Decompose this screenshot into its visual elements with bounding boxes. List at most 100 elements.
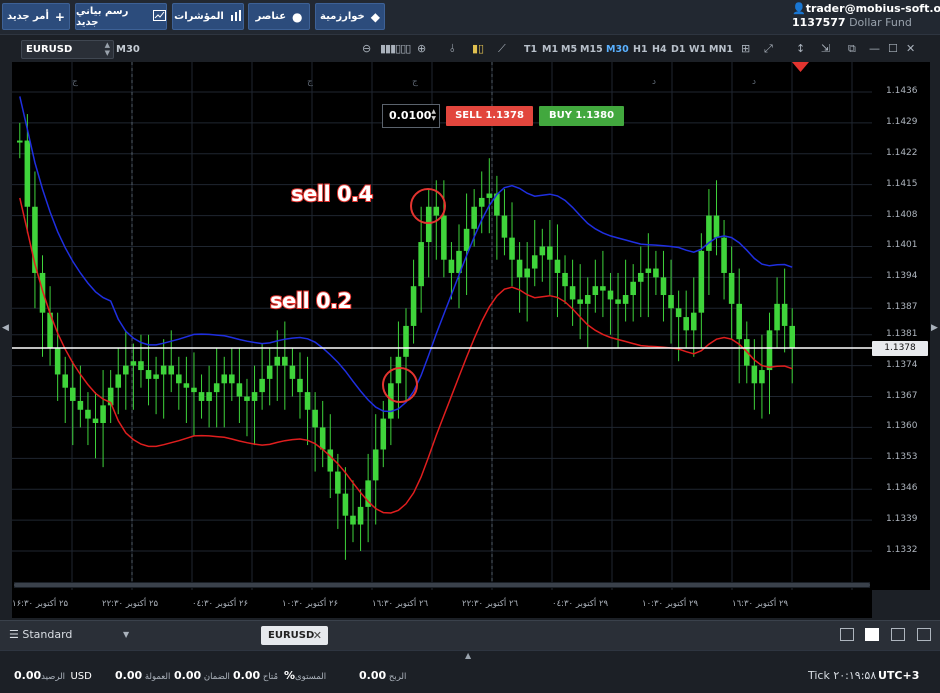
scroll-right-icon[interactable]: ▶ (931, 323, 938, 333)
commission-stat: 0.00 العمولة (115, 669, 171, 682)
candle-body (168, 365, 175, 375)
close-icon[interactable]: ✕ (906, 42, 915, 55)
price-tick-label: 1.1360 (886, 421, 918, 432)
close-tab-icon[interactable]: ✕ (313, 626, 322, 645)
tab-eurusd[interactable]: EURUSD ✕ (261, 626, 328, 645)
new-chart-button[interactable]: رسم بياني جديد (75, 3, 167, 30)
candle-body (153, 374, 159, 379)
zoom-in-icon[interactable]: ⊕ (417, 42, 426, 55)
line-chart-icon[interactable]: ⟋ (498, 42, 506, 56)
session-marker: ج (307, 77, 313, 87)
tf-M5[interactable]: M5 (561, 44, 577, 55)
popout-icon[interactable]: ⧉ (848, 42, 856, 56)
candle-body (509, 237, 515, 260)
candlestick-chart: جججدد (12, 62, 872, 590)
zoom-out-icon[interactable]: ⊖ (362, 42, 371, 55)
candle-body (350, 515, 356, 525)
account-fund: Dollar Fund (849, 16, 912, 29)
layout-grid-icon[interactable] (865, 628, 879, 641)
candle-body (100, 405, 106, 424)
tf-M15[interactable]: M15 (580, 44, 603, 55)
algorithms-button[interactable]: خوارزمية ◆ (315, 3, 385, 30)
candle-body (562, 272, 568, 287)
candle-body (183, 383, 190, 388)
chart-panel: EURUSD ▲ ▼ M30 ⊖ ▮▮▮▯▯▯ ⊕ ⫰ ▮▯ ⟋ T1 M1 M5… (0, 35, 940, 620)
candle-body (24, 140, 31, 207)
candle-body (77, 400, 84, 410)
timezone-select[interactable]: UTC+3 (878, 669, 919, 682)
candle-body (766, 330, 773, 371)
profit-stat: 0.00 الربح (359, 669, 407, 682)
time-tick-label: ۲۹ أكتوبر ۰٤:۳۰ (552, 599, 609, 609)
level-stat: %المستوى (284, 669, 327, 682)
price-tick-label: 1.1401 (886, 240, 918, 251)
candle-body (410, 286, 417, 326)
time-axis[interactable]: ۲۵ أكتوبر ۱۶:۳۰ ۲۵ أكتوبر ۲۲:۳۰ ۲۶ أكتوبر … (12, 590, 872, 618)
candle-body (380, 418, 387, 450)
candle-body (206, 392, 212, 401)
tf-D1[interactable]: D1 (671, 44, 686, 55)
buy-button[interactable]: BUY 1.1380 (539, 106, 624, 126)
tf-T1[interactable]: T1 (524, 44, 537, 55)
spinner-icon[interactable]: ▲ ▼ (431, 108, 436, 122)
candle-body (198, 392, 205, 401)
annotation-sell-02: sell 0.2 (269, 288, 353, 314)
layout-select[interactable]: ☰ Standard ▼ (9, 628, 129, 641)
lot-size-input[interactable]: 0.0100 ▲ ▼ (382, 104, 440, 128)
tf-H1[interactable]: H1 (633, 44, 648, 55)
candle-chart-icon[interactable]: ▮▯ (472, 42, 484, 55)
tf-M30[interactable]: M30 (606, 44, 629, 55)
session-marker: د (652, 77, 656, 87)
expand-icon[interactable]: ⤢ (764, 42, 773, 56)
account-info[interactable]: 👤trader@mobius-soft.org 1137577 Dollar F… (792, 2, 940, 32)
crosshair-icon[interactable]: ⊞ (741, 42, 750, 55)
scroll-marker-icon (792, 62, 809, 72)
candle-body (115, 374, 122, 388)
time-tick-label: ۲٦ أكتوبر ۲۲:۳۰ (462, 599, 519, 609)
bar-chart-icon[interactable]: ⫰ (450, 42, 455, 56)
tf-H4[interactable]: H4 (652, 44, 667, 55)
elements-button[interactable]: عناصر ● (248, 3, 310, 30)
candle-body (62, 374, 69, 388)
maximize-icon[interactable]: ☐ (888, 42, 898, 55)
candle-body (372, 449, 379, 481)
session-marker: د (752, 77, 756, 87)
candle-body (229, 374, 235, 384)
candle-body (645, 268, 652, 273)
layout-rows-icon[interactable] (917, 628, 931, 641)
chart-plot-area[interactable]: جججدد (12, 62, 872, 590)
tf-M1[interactable]: M1 (542, 44, 558, 55)
candle-body (130, 361, 137, 366)
candle-body (433, 206, 440, 216)
candle-body (342, 493, 349, 516)
tf-MN1[interactable]: MN1 (709, 44, 733, 55)
layout-single-icon[interactable] (840, 628, 854, 641)
candle-body (289, 365, 296, 379)
candle-body (123, 365, 129, 375)
scroll-left-icon[interactable]: ◀ (2, 323, 9, 333)
price-tick-label: 1.1408 (886, 209, 918, 220)
symbol-select[interactable]: EURUSD ▲ ▼ (21, 40, 114, 59)
chart-scrollbar-thumb (14, 583, 870, 587)
candle-body (478, 197, 485, 207)
lot-size-value: 0.0100 (389, 109, 432, 122)
indicators-button[interactable]: المؤشرات (172, 3, 244, 30)
layout-columns-icon[interactable] (891, 628, 905, 641)
price-tick-label: 1.1415 (886, 178, 918, 189)
sell-button[interactable]: SELL 1.1378 (446, 106, 533, 126)
candle-body (463, 228, 470, 251)
candle-body (630, 281, 636, 296)
candle-body (327, 449, 334, 472)
candle-body (304, 392, 311, 410)
price-axis[interactable]: 1.1436 1.1429 1.1422 1.1415 1.1408 1.1401 1.13… (872, 62, 930, 590)
fit-icon[interactable]: ⇲ (821, 42, 830, 55)
new-order-button[interactable]: أمر جديد + (2, 3, 70, 30)
tf-W1[interactable]: W1 (689, 44, 706, 55)
vertical-scale-icon[interactable]: ↕ (796, 42, 805, 55)
panel-expand-icon[interactable]: ▲ (465, 651, 471, 660)
candle-body (259, 378, 265, 393)
minimize-icon[interactable]: — (869, 42, 880, 55)
price-tick-label: 1.1387 (886, 302, 918, 313)
candle-body (706, 215, 712, 251)
zoom-slider[interactable]: ▮▮▮▯▯▯ (380, 42, 411, 55)
